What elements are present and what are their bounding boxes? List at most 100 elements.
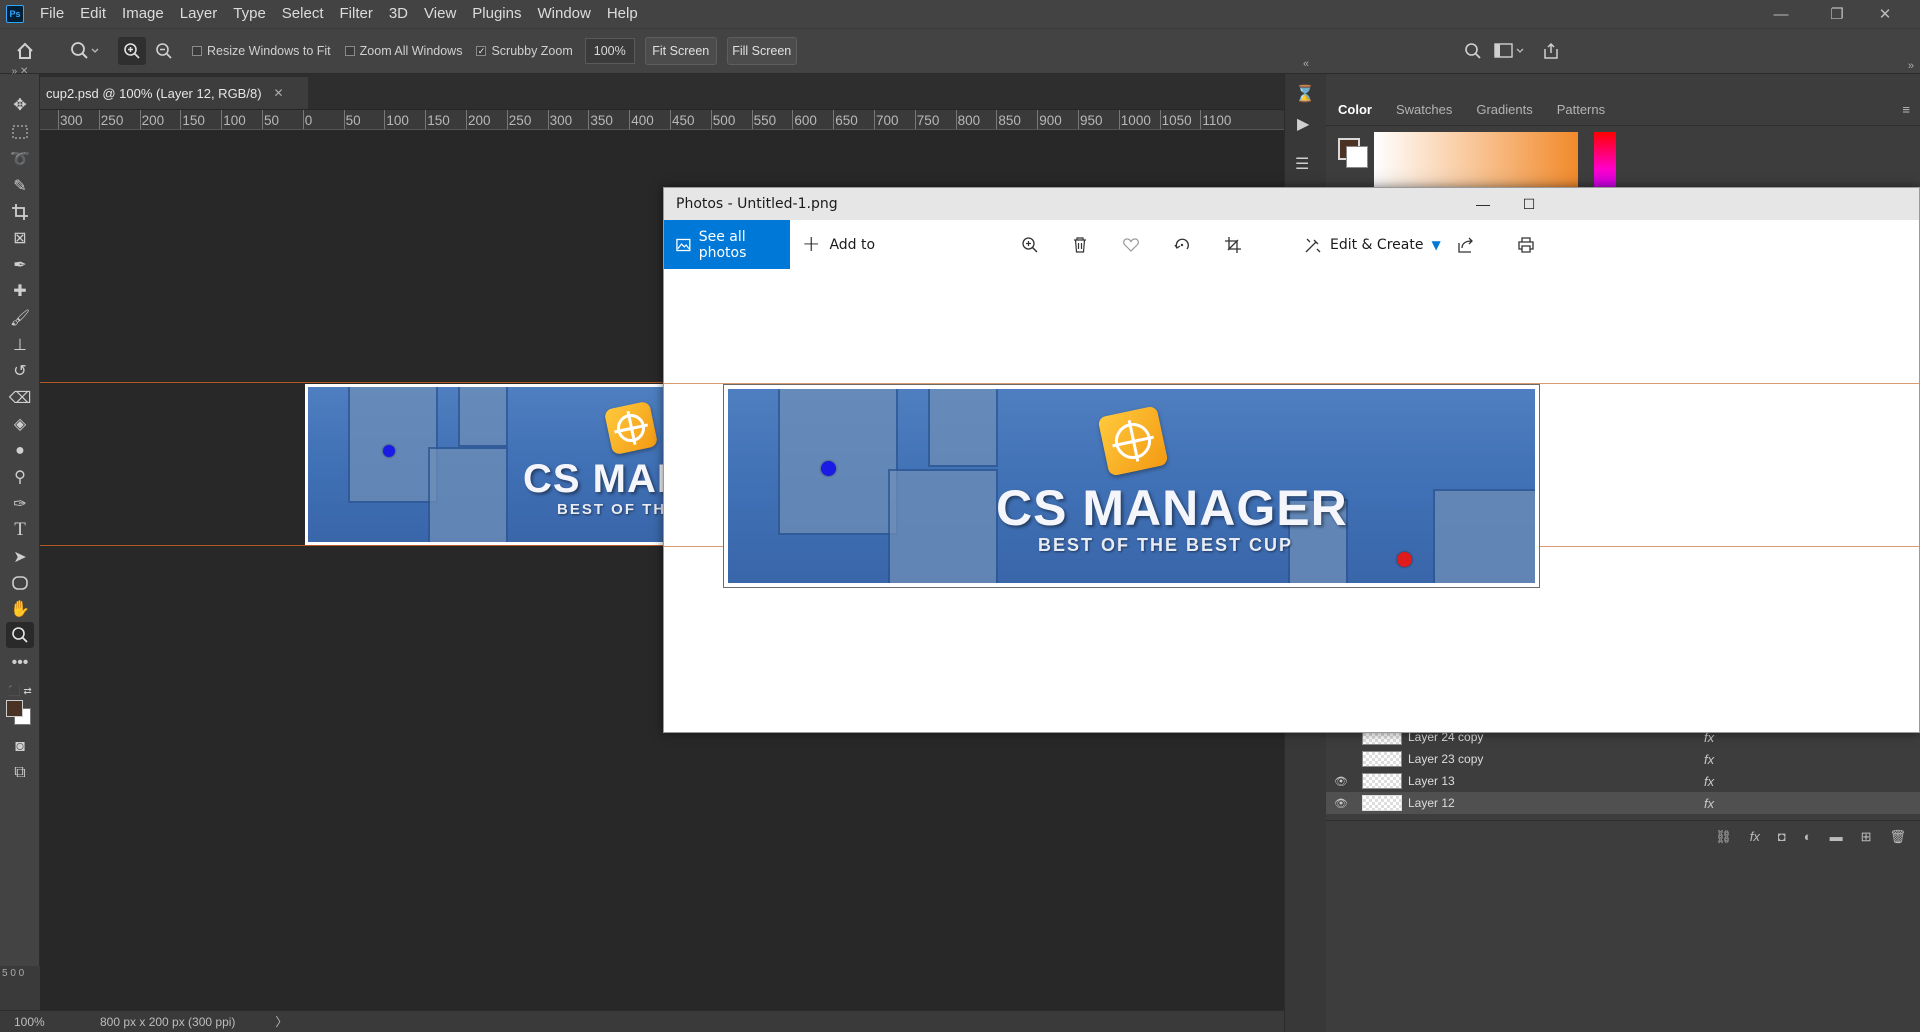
layer-row[interactable]: Layer 23 copy fx bbox=[1326, 748, 1920, 770]
menu-type[interactable]: Type bbox=[225, 0, 274, 28]
zoom-all-windows-box[interactable] bbox=[344, 46, 355, 56]
actions-panel-icon[interactable]: ▶ bbox=[1297, 114, 1309, 134]
history-panel-icon[interactable]: ⌛ bbox=[1295, 84, 1315, 104]
minimize-icon[interactable]: — bbox=[1762, 0, 1800, 28]
move-tool-icon[interactable]: ✥ bbox=[6, 92, 34, 118]
quick-selection-tool-icon[interactable]: ✎ bbox=[6, 173, 34, 199]
tab-color[interactable]: Color bbox=[1326, 94, 1384, 126]
menu-help[interactable]: Help bbox=[599, 0, 646, 28]
canvas-document[interactable]: CS MANA BEST OF THE B bbox=[305, 384, 705, 545]
shape-tool-icon[interactable] bbox=[6, 570, 34, 596]
tools-collapse-icon[interactable]: » ✕ bbox=[6, 64, 34, 78]
fit-screen-button[interactable]: Fit Screen bbox=[644, 37, 717, 65]
home-icon[interactable] bbox=[0, 41, 50, 61]
print-icon[interactable] bbox=[1506, 220, 1546, 269]
menu-3d[interactable]: 3D bbox=[381, 0, 416, 28]
adjustment-layer-icon[interactable]: ◐ bbox=[1804, 829, 1812, 844]
link-layers-icon[interactable]: ⛓ bbox=[1715, 829, 1732, 845]
photo-viewer-image-frame[interactable]: CS MANAGER BEST OF THE BEST CUP bbox=[723, 384, 1540, 588]
zoom-all-windows-checkbox[interactable]: Zoom All Windows bbox=[344, 44, 462, 58]
zoom-in-icon[interactable] bbox=[1010, 220, 1050, 269]
photos-titlebar[interactable]: Photos - Untitled-1.png bbox=[664, 188, 1919, 220]
path-selection-tool-icon[interactable]: ➤ bbox=[6, 544, 34, 570]
eyedropper-tool-icon[interactable]: ✒ bbox=[6, 252, 34, 278]
healing-brush-tool-icon[interactable]: ✚ bbox=[6, 278, 34, 304]
menu-image[interactable]: Image bbox=[114, 0, 172, 28]
delete-icon[interactable] bbox=[1060, 220, 1100, 269]
paint-bucket-tool-icon[interactable]: ◈ bbox=[6, 411, 34, 437]
rotate-icon[interactable] bbox=[1162, 220, 1202, 269]
photos-minimize-icon[interactable]: — bbox=[1460, 188, 1506, 220]
collapse-dock-icon[interactable]: « bbox=[1285, 58, 1327, 70]
new-layer-icon[interactable]: ⊞ bbox=[1861, 829, 1872, 845]
favorite-icon[interactable] bbox=[1111, 220, 1151, 269]
document-tab[interactable]: cup2.psd @ 100% (Layer 12, RGB/8) ✕ bbox=[40, 77, 308, 109]
layer-row[interactable]: 👁 Layer 13 fx bbox=[1326, 770, 1920, 792]
fill-screen-button[interactable]: Fill Screen bbox=[726, 37, 797, 65]
tab-gradients[interactable]: Gradients bbox=[1464, 94, 1544, 126]
resize-windows-box[interactable] bbox=[192, 46, 202, 56]
menu-view[interactable]: View bbox=[416, 0, 464, 28]
panel-menu-icon[interactable]: ≡ bbox=[1902, 102, 1910, 117]
edit-create-button[interactable]: Edit & Create ▼ bbox=[1304, 220, 1441, 269]
scrubby-zoom-box[interactable]: ✓ bbox=[476, 46, 487, 56]
menu-edit[interactable]: Edit bbox=[72, 0, 114, 28]
zoom-tool-preset-icon[interactable] bbox=[62, 41, 108, 61]
properties-panel-icon[interactable]: ☰ bbox=[1295, 154, 1309, 174]
photos-maximize-icon[interactable]: ☐ bbox=[1506, 188, 1552, 220]
share-icon[interactable] bbox=[1540, 42, 1562, 60]
eye-icon[interactable]: 👁 bbox=[1326, 797, 1356, 810]
zoom-out-mode-icon[interactable] bbox=[150, 37, 178, 65]
new-group-icon[interactable]: ▬ bbox=[1830, 829, 1843, 844]
quick-mask-icon[interactable]: ◙ bbox=[6, 734, 34, 760]
horizontal-ruler[interactable]: 300 250 200 150 100 50 0 50 100 150 200 250 300 350 40… bbox=[40, 110, 1284, 130]
eye-icon[interactable]: 👁 bbox=[1326, 775, 1356, 788]
marquee-tool-icon[interactable] bbox=[6, 119, 34, 145]
layer-fx-icon[interactable]: fx bbox=[1704, 774, 1714, 789]
zoom-tool-icon[interactable] bbox=[6, 622, 34, 648]
resize-windows-checkbox[interactable]: Resize Windows to Fit bbox=[192, 44, 331, 58]
screen-mode-icon[interactable]: ⧉ bbox=[6, 760, 34, 786]
close-tab-icon[interactable]: ✕ bbox=[274, 86, 284, 100]
crop-tool-icon[interactable] bbox=[6, 199, 34, 225]
see-all-photos-button[interactable]: See all photos bbox=[664, 220, 790, 269]
more-tools-icon[interactable]: ••• bbox=[6, 650, 34, 676]
add-style-icon[interactable]: fx bbox=[1750, 829, 1760, 844]
menu-layer[interactable]: Layer bbox=[172, 0, 226, 28]
brush-tool-icon[interactable]: 🖌 bbox=[6, 305, 34, 331]
workspace-icon[interactable] bbox=[1492, 42, 1528, 60]
menu-plugins[interactable]: Plugins bbox=[464, 0, 529, 28]
menu-window[interactable]: Window bbox=[529, 0, 598, 28]
add-to-button[interactable]: + Add to bbox=[802, 220, 875, 269]
tab-swatches[interactable]: Swatches bbox=[1384, 94, 1464, 126]
expand-panels-icon[interactable]: » bbox=[1908, 60, 1914, 72]
eraser-tool-icon[interactable]: ⌫ bbox=[6, 385, 34, 411]
menu-file[interactable]: File bbox=[32, 0, 72, 28]
status-menu-arrow[interactable]: 〉 bbox=[275, 1013, 287, 1030]
type-tool-icon[interactable]: T bbox=[6, 517, 34, 543]
add-mask-icon[interactable]: ◘ bbox=[1778, 829, 1786, 844]
pen-tool-icon[interactable]: ✑ bbox=[6, 491, 34, 517]
layer-fx-icon[interactable]: fx bbox=[1704, 752, 1714, 767]
status-zoom[interactable]: 100% bbox=[0, 1015, 60, 1029]
layer-fx-icon[interactable]: fx bbox=[1704, 796, 1714, 811]
foreground-color-swatch[interactable] bbox=[6, 700, 23, 717]
lasso-tool-icon[interactable]: ➰ bbox=[6, 146, 34, 172]
zoom-in-mode-icon[interactable] bbox=[118, 37, 146, 65]
clone-stamp-tool-icon[interactable]: ⊥ bbox=[6, 332, 34, 358]
hand-tool-icon[interactable]: ✋ bbox=[6, 596, 34, 622]
history-brush-tool-icon[interactable]: ↺ bbox=[6, 358, 34, 384]
close-icon[interactable]: ✕ bbox=[1866, 0, 1904, 28]
scrubby-zoom-checkbox[interactable]: ✓ Scrubby Zoom bbox=[476, 44, 573, 58]
menu-select[interactable]: Select bbox=[274, 0, 332, 28]
blur-tool-icon[interactable]: ● bbox=[6, 438, 34, 464]
layer-row-selected[interactable]: 👁 Layer 12 fx bbox=[1326, 792, 1920, 814]
tab-patterns[interactable]: Patterns bbox=[1545, 94, 1617, 126]
panel-background-swatch[interactable] bbox=[1346, 146, 1368, 168]
dodge-tool-icon[interactable]: ⚲ bbox=[6, 464, 34, 490]
share-icon[interactable] bbox=[1446, 220, 1486, 269]
delete-layer-icon[interactable]: 🗑 bbox=[1889, 829, 1906, 845]
frame-tool-icon[interactable]: ⊠ bbox=[6, 225, 34, 251]
crop-icon[interactable] bbox=[1213, 220, 1253, 269]
zoom-percent-field[interactable]: 100% bbox=[584, 38, 635, 64]
